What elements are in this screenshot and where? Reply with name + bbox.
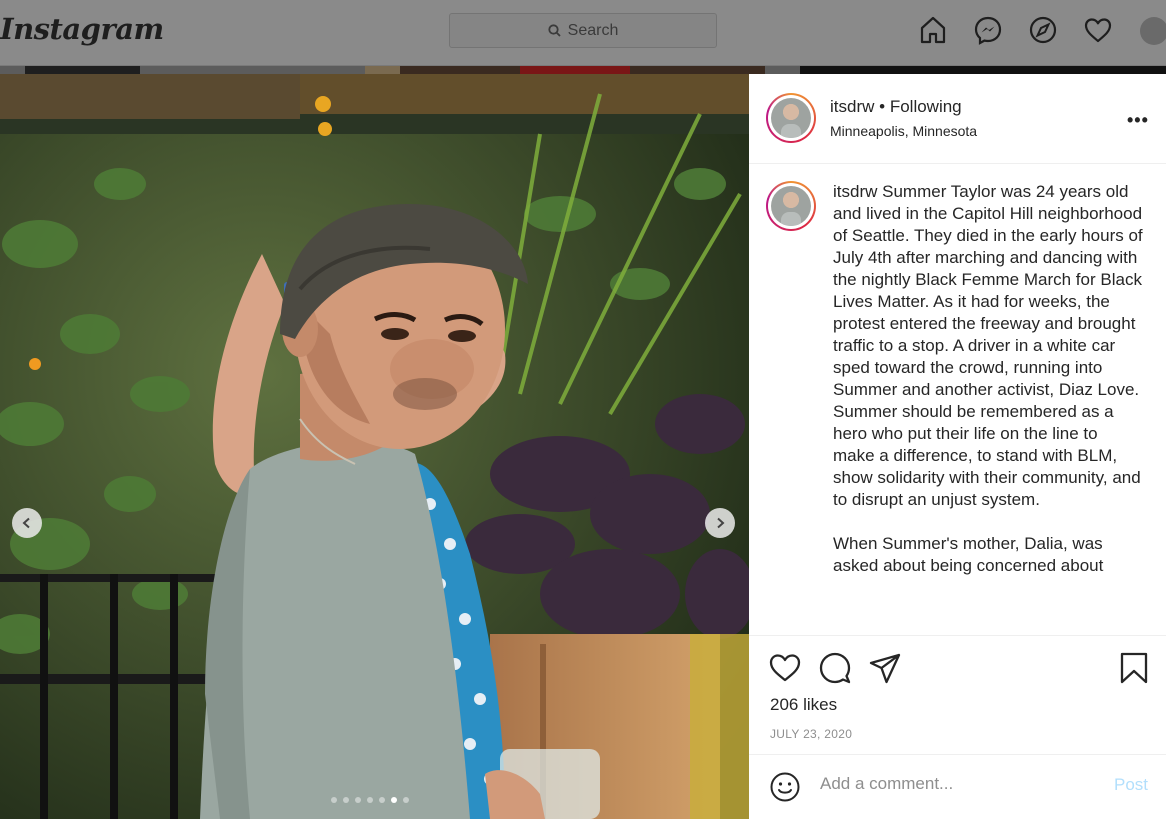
following-button[interactable]: Following — [890, 97, 962, 116]
messenger-icon[interactable] — [973, 15, 1003, 45]
carousel-dot — [331, 797, 337, 803]
top-navigation-bar: Instagram Search — [0, 0, 1166, 66]
comment-icon[interactable] — [818, 651, 852, 685]
feed-thumb — [25, 66, 140, 74]
carousel-dot — [379, 797, 385, 803]
search-input[interactable]: Search — [449, 13, 717, 48]
comment-input[interactable]: Add a comment... — [820, 774, 953, 794]
heart-icon[interactable] — [1083, 15, 1113, 45]
caption-username[interactable]: itsdrw — [833, 182, 877, 201]
post-caption: itsdrw Summer Taylor was 24 years old an… — [833, 181, 1143, 599]
compass-icon[interactable] — [1028, 15, 1058, 45]
separator-dot: • — [879, 97, 886, 116]
emoji-icon[interactable] — [769, 771, 801, 803]
post-photo[interactable] — [0, 74, 749, 819]
profile-avatar[interactable] — [1140, 17, 1166, 45]
add-comment-bar: Add a comment... Post — [749, 754, 1166, 818]
post-details-panel: itsdrw • Following Minneapolis, Minnesot… — [749, 74, 1166, 819]
home-icon[interactable] — [918, 15, 948, 45]
caption-scroll-area[interactable]: itsdrw Summer Taylor was 24 years old an… — [749, 165, 1166, 636]
like-count[interactable]: 206 likes — [770, 695, 837, 715]
instagram-logo[interactable]: Instagram — [0, 12, 164, 46]
post-location[interactable]: Minneapolis, Minnesota — [830, 123, 977, 139]
feed-thumb — [520, 66, 630, 74]
carousel-indicator — [331, 797, 409, 803]
heart-outline-icon[interactable] — [768, 651, 802, 685]
carousel-dot — [343, 797, 349, 803]
post-comment-button[interactable]: Post — [1114, 775, 1148, 795]
paper-plane-icon[interactable] — [868, 651, 902, 685]
author-avatar[interactable] — [766, 93, 816, 143]
feed-thumb — [800, 66, 1166, 74]
next-arrow-button[interactable] — [705, 508, 735, 538]
post-header: itsdrw • Following Minneapolis, Minnesot… — [749, 74, 1166, 164]
previous-arrow-button[interactable] — [12, 508, 42, 538]
feed-thumb — [365, 66, 400, 74]
caption-text-continued: When Summer's mother, Dalia, was asked a… — [833, 534, 1104, 575]
chevron-left-icon — [22, 517, 30, 529]
bookmark-icon[interactable] — [1117, 651, 1151, 685]
search-placeholder: Search — [567, 21, 619, 39]
author-username[interactable]: itsdrw — [830, 97, 874, 116]
post-image — [0, 74, 749, 819]
carousel-dot — [355, 797, 361, 803]
post-date: JULY 23, 2020 — [770, 727, 853, 741]
more-options-icon[interactable]: ••• — [1127, 110, 1149, 131]
post-actions: 206 likes JULY 23, 2020 Add a comment...… — [749, 637, 1166, 817]
carousel-dot — [403, 797, 409, 803]
carousel-dot-active — [391, 797, 397, 803]
caption-avatar[interactable] — [766, 181, 816, 231]
carousel-dot — [367, 797, 373, 803]
search-icon — [548, 24, 561, 37]
caption-text: Summer Taylor was 24 years old and lived… — [833, 182, 1143, 509]
chevron-right-icon — [717, 517, 725, 529]
